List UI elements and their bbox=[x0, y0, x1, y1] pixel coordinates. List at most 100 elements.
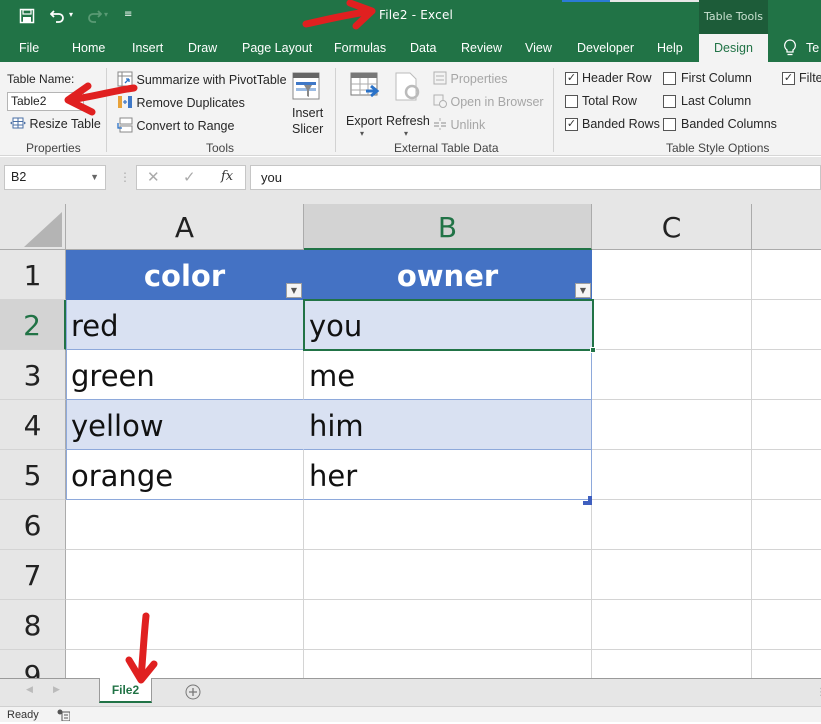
tab-review[interactable]: Review bbox=[461, 34, 502, 62]
refresh-button[interactable]: Refresh ▾ bbox=[386, 70, 430, 140]
tab-file[interactable]: File bbox=[19, 34, 39, 62]
empty-cell[interactable] bbox=[592, 600, 752, 650]
table-cell[interactable]: green bbox=[66, 350, 304, 400]
empty-cell[interactable] bbox=[592, 500, 752, 550]
select-all-button[interactable] bbox=[0, 204, 66, 250]
empty-cell[interactable] bbox=[752, 400, 821, 450]
last-column-checkbox[interactable] bbox=[663, 95, 676, 108]
lightbulb-icon[interactable] bbox=[783, 39, 797, 57]
redo-icon[interactable] bbox=[86, 8, 103, 28]
row-header-5[interactable]: 5 bbox=[0, 450, 66, 500]
formula-bar-grip-icon[interactable]: ⋮ bbox=[119, 170, 131, 184]
empty-cell[interactable] bbox=[592, 250, 752, 300]
header-row-checkbox[interactable]: ✓ bbox=[565, 72, 578, 85]
empty-cell[interactable] bbox=[304, 550, 592, 600]
empty-cell[interactable] bbox=[752, 350, 821, 400]
enter-icon[interactable]: ✓ bbox=[183, 168, 196, 186]
row-header-9[interactable]: 9 bbox=[0, 650, 66, 678]
formula-input[interactable]: you bbox=[250, 165, 821, 190]
open-in-browser-button[interactable]: Open in Browser bbox=[433, 94, 544, 111]
filter-dropdown-icon[interactable]: ▼ bbox=[575, 283, 591, 298]
table-cell[interactable]: yellow bbox=[66, 400, 304, 450]
remove-duplicates-button[interactable]: Remove Duplicates bbox=[117, 94, 245, 113]
undo-icon[interactable] bbox=[49, 8, 66, 28]
column-header-b[interactable]: B bbox=[304, 204, 592, 250]
total-row-checkbox[interactable] bbox=[565, 95, 578, 108]
undo-dropdown-icon[interactable]: ▾ bbox=[69, 10, 73, 19]
resize-table-button[interactable]: Resize Table bbox=[10, 116, 101, 133]
empty-cell[interactable] bbox=[752, 650, 821, 678]
row-header-7[interactable]: 7 bbox=[0, 550, 66, 600]
first-column-checkbox[interactable] bbox=[663, 72, 676, 85]
customize-qat-icon[interactable]: ≡ bbox=[124, 9, 132, 20]
empty-cell[interactable] bbox=[592, 400, 752, 450]
empty-cell[interactable] bbox=[66, 550, 304, 600]
summarize-pivottable-button[interactable]: Summarize with PivotTable bbox=[117, 71, 287, 90]
tell-me-search[interactable]: Te bbox=[806, 34, 819, 62]
table-cell[interactable]: her bbox=[304, 450, 592, 500]
table-cell[interactable]: me bbox=[304, 350, 592, 400]
empty-cell[interactable] bbox=[592, 650, 752, 678]
empty-cell[interactable] bbox=[592, 300, 752, 350]
scroll-tabs-right-icon[interactable]: ▶ bbox=[53, 685, 60, 695]
tab-formulas[interactable]: Formulas bbox=[334, 34, 386, 62]
tab-help[interactable]: Help bbox=[657, 34, 683, 62]
tab-developer[interactable]: Developer bbox=[577, 34, 634, 62]
new-sheet-icon[interactable] bbox=[185, 684, 201, 704]
table-header-cell-color[interactable]: color bbox=[66, 250, 304, 300]
empty-cell[interactable] bbox=[752, 450, 821, 500]
table-cell[interactable]: you bbox=[304, 300, 592, 350]
tab-home[interactable]: Home bbox=[72, 34, 105, 62]
name-box[interactable]: B2 ▼ bbox=[4, 165, 106, 190]
empty-cell[interactable] bbox=[592, 450, 752, 500]
empty-cell[interactable] bbox=[752, 300, 821, 350]
cancel-icon[interactable]: ✕ bbox=[147, 168, 160, 186]
row-header-6[interactable]: 6 bbox=[0, 500, 66, 550]
fill-handle[interactable] bbox=[590, 347, 596, 353]
table-resize-handle-icon[interactable] bbox=[583, 490, 592, 509]
table-name-input[interactable]: Table2 bbox=[7, 92, 84, 111]
empty-cell[interactable] bbox=[66, 500, 304, 550]
tab-view[interactable]: View bbox=[525, 34, 552, 62]
scroll-tabs-left-icon[interactable]: ◀ bbox=[26, 685, 33, 695]
table-cell[interactable]: red bbox=[66, 300, 304, 350]
empty-cell[interactable] bbox=[752, 500, 821, 550]
empty-cell[interactable] bbox=[304, 600, 592, 650]
tab-design[interactable]: Design bbox=[699, 34, 768, 62]
redo-dropdown-icon[interactable]: ▾ bbox=[104, 10, 108, 19]
empty-cell[interactable] bbox=[304, 500, 592, 550]
row-header-8[interactable]: 8 bbox=[0, 600, 66, 650]
empty-cell[interactable] bbox=[304, 650, 592, 678]
empty-cell[interactable] bbox=[752, 250, 821, 300]
tab-splitter-handle[interactable]: ⋮ bbox=[816, 687, 821, 698]
empty-cell[interactable] bbox=[752, 600, 821, 650]
tab-data[interactable]: Data bbox=[410, 34, 436, 62]
convert-to-range-button[interactable]: Convert to Range bbox=[117, 117, 234, 136]
row-header-3[interactable]: 3 bbox=[0, 350, 66, 400]
unlink-button[interactable]: Unlink bbox=[433, 117, 485, 134]
empty-cell[interactable] bbox=[592, 350, 752, 400]
empty-cell[interactable] bbox=[752, 550, 821, 600]
tab-insert[interactable]: Insert bbox=[132, 34, 163, 62]
row-header-4[interactable]: 4 bbox=[0, 400, 66, 450]
table-cell[interactable]: orange bbox=[66, 450, 304, 500]
empty-cell[interactable] bbox=[66, 600, 304, 650]
row-header-1[interactable]: 1 bbox=[0, 250, 66, 300]
table-header-cell-owner[interactable]: owner bbox=[304, 250, 592, 300]
properties-button[interactable]: Properties bbox=[433, 71, 507, 88]
empty-cell[interactable] bbox=[66, 650, 304, 678]
tab-page-layout[interactable]: Page Layout bbox=[242, 34, 312, 62]
row-header-2[interactable]: 2 bbox=[0, 300, 66, 350]
export-button[interactable]: Export ▾ bbox=[346, 70, 384, 140]
save-icon[interactable] bbox=[19, 8, 35, 28]
filter-dropdown-icon[interactable]: ▼ bbox=[286, 283, 302, 298]
sheet-tab-file2[interactable]: File2 bbox=[99, 678, 152, 703]
filter-button-checkbox[interactable]: ✓ bbox=[782, 72, 795, 85]
column-header-c[interactable]: C bbox=[592, 204, 752, 250]
banded-columns-checkbox[interactable] bbox=[663, 118, 676, 131]
name-box-dropdown-icon[interactable]: ▼ bbox=[90, 166, 99, 189]
banded-rows-checkbox[interactable]: ✓ bbox=[565, 118, 578, 131]
empty-cell[interactable] bbox=[592, 550, 752, 600]
insert-function-icon[interactable]: fx bbox=[221, 169, 233, 184]
column-header-d[interactable] bbox=[752, 204, 821, 250]
